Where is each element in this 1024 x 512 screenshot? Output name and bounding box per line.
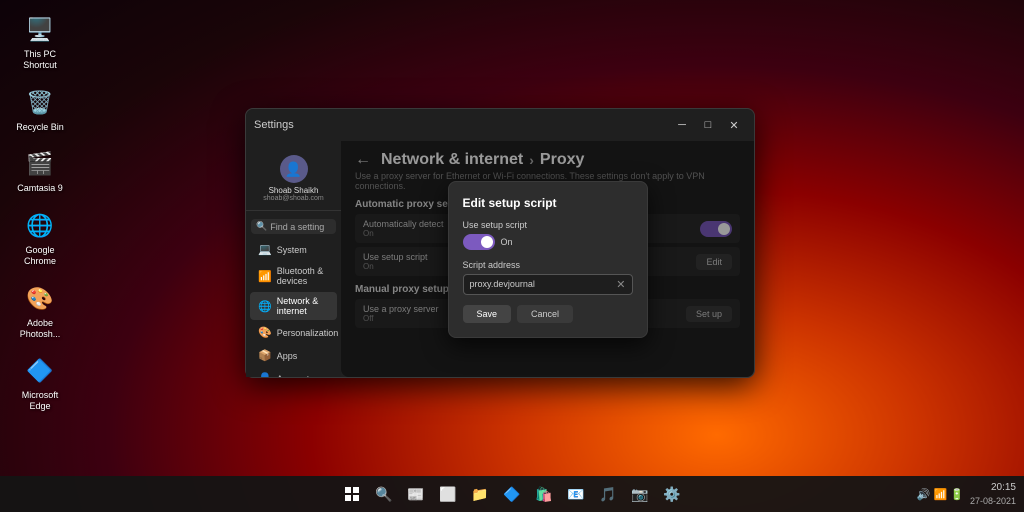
taskbar-explorer-button[interactable]: 📁 [466, 480, 494, 508]
desktop: 🖥️ This PC Shortcut 🗑️ Recycle Bin 🎬 Cam… [0, 0, 1024, 512]
sidebar-item-personalization[interactable]: 🎨 Personalization [250, 322, 337, 343]
sidebar-item-label-system: System [277, 245, 307, 255]
script-address-group: Script address ✕ [463, 260, 633, 295]
recycle-bin-icon: 🗑️ [24, 87, 56, 119]
maximize-button[interactable]: □ [696, 115, 720, 135]
desktop-icons-area: 🖥️ This PC Shortcut 🗑️ Recycle Bin 🎬 Cam… [10, 10, 70, 416]
window-title: Settings [254, 119, 294, 131]
taskbar-spotify-button[interactable]: 🎵 [594, 480, 622, 508]
accounts-icon: 👤 [258, 372, 272, 377]
user-email: shoab@shoab.com [263, 195, 323, 202]
desktop-icon-photoshop[interactable]: 🎨 Adobe Photosh... [10, 279, 70, 344]
titlebar-controls: ─ □ ✕ [670, 115, 746, 135]
search-box[interactable]: 🔍 [251, 219, 336, 234]
desktop-icon-recycle-bin[interactable]: 🗑️ Recycle Bin [10, 83, 70, 137]
taskbar-store-button[interactable]: 🛍️ [530, 480, 558, 508]
minimize-button[interactable]: ─ [670, 115, 694, 135]
taskbar-right: 🔊 📶 🔋 20:15 27-08-2021 [917, 481, 1024, 508]
edge-icon: 🔷 [24, 355, 56, 387]
photoshop-icon: 🎨 [24, 283, 56, 315]
sidebar-item-label-accounts: Accounts [277, 374, 314, 378]
sidebar-item-network[interactable]: 🌐 Network & internet [250, 292, 337, 320]
edit-setup-dialog: Edit setup script Use setup script On Sc… [448, 181, 648, 338]
settings-window: Settings ─ □ ✕ 👤 Shoab Shaikh shoab@shoa… [245, 108, 755, 378]
sidebar-item-label-apps: Apps [277, 351, 298, 361]
avatar: 👤 [280, 155, 308, 183]
save-button[interactable]: Save [463, 305, 512, 323]
taskbar-center: 🔍 📰 ⬜ 📁 🔷 🛍️ 📧 🎵 📷 ⚙️ [338, 480, 686, 508]
close-button[interactable]: ✕ [722, 115, 746, 135]
modal-toggle-state: On [501, 237, 513, 247]
search-icon: 🔍 [256, 221, 267, 232]
system-icon: 💻 [258, 243, 272, 256]
this-pc-icon: 🖥️ [24, 14, 56, 46]
edge-label: Microsoft Edge [14, 390, 66, 412]
desktop-icon-camtasia[interactable]: 🎬 Camtasia 9 [10, 144, 70, 198]
taskbar-settings-button[interactable]: ⚙️ [658, 480, 686, 508]
chrome-icon: 🌐 [24, 210, 56, 242]
taskbar-search-button[interactable]: 🔍 [370, 480, 398, 508]
taskbar-date: 27-08-2021 [970, 495, 1016, 508]
script-address-input[interactable] [470, 279, 617, 289]
desktop-icon-chrome[interactable]: 🌐 Google Chrome [10, 206, 70, 271]
window-body: 👤 Shoab Shaikh shoab@shoab.com 🔍 💻 Syste… [246, 141, 754, 377]
chrome-label: Google Chrome [14, 245, 66, 267]
taskbar-multitask-button[interactable]: ⬜ [434, 480, 462, 508]
sidebar-item-system[interactable]: 💻 System [250, 239, 337, 260]
modal-footer: Save Cancel [463, 305, 633, 323]
user-name: Shoab Shaikh [269, 186, 319, 195]
personalization-icon: 🎨 [258, 326, 272, 339]
taskbar-camera-button[interactable]: 📷 [626, 480, 654, 508]
search-input[interactable] [270, 222, 331, 232]
bluetooth-icon: 📶 [258, 270, 272, 283]
cancel-button[interactable]: Cancel [517, 305, 573, 323]
modal-toggle-row: On [463, 234, 633, 250]
taskbar: 🔍 📰 ⬜ 📁 🔷 🛍️ 📧 🎵 📷 ⚙️ 🔊 📶 🔋 20:15 27-08-… [0, 476, 1024, 512]
sidebar-item-label-network: Network & internet [277, 296, 329, 316]
photoshop-label: Adobe Photosh... [14, 318, 66, 340]
taskbar-widgets-button[interactable]: 📰 [402, 480, 430, 508]
start-button[interactable] [338, 480, 366, 508]
settings-sidebar: 👤 Shoab Shaikh shoab@shoab.com 🔍 💻 Syste… [246, 141, 341, 377]
script-address-input-row: ✕ [463, 274, 633, 295]
main-content-area: ← Network & internet › Proxy Use a proxy… [341, 141, 754, 377]
taskbar-mail-button[interactable]: 📧 [562, 480, 590, 508]
clear-input-icon[interactable]: ✕ [616, 278, 625, 291]
recycle-bin-label: Recycle Bin [16, 122, 64, 133]
taskbar-edge-button[interactable]: 🔷 [498, 480, 526, 508]
sidebar-item-accounts[interactable]: 👤 Accounts [250, 368, 337, 377]
network-icon: 🌐 [258, 300, 272, 313]
user-profile-area: 👤 Shoab Shaikh shoab@shoab.com [246, 149, 341, 211]
apps-icon: 📦 [258, 349, 272, 362]
desktop-icon-edge[interactable]: 🔷 Microsoft Edge [10, 351, 70, 416]
window-titlebar: Settings ─ □ ✕ [246, 109, 754, 141]
sidebar-item-apps[interactable]: 📦 Apps [250, 345, 337, 366]
this-pc-label: This PC Shortcut [14, 49, 66, 71]
taskbar-time: 20:15 [970, 481, 1016, 495]
sidebar-item-label-personalization: Personalization [277, 328, 339, 338]
taskbar-datetime: 20:15 27-08-2021 [970, 481, 1016, 508]
modal-use-script-toggle[interactable] [463, 234, 495, 250]
modal-title: Edit setup script [463, 196, 633, 210]
script-address-label: Script address [463, 260, 633, 270]
modal-toggle-field-label: Use setup script [463, 220, 633, 230]
sidebar-item-label-bluetooth: Bluetooth & devices [277, 266, 329, 286]
desktop-icon-this-pc[interactable]: 🖥️ This PC Shortcut [10, 10, 70, 75]
taskbar-sys-icons: 🔊 📶 🔋 [917, 488, 964, 501]
modal-overlay: Edit setup script Use setup script On Sc… [341, 141, 754, 377]
camtasia-label: Camtasia 9 [17, 183, 63, 194]
sidebar-item-bluetooth[interactable]: 📶 Bluetooth & devices [250, 262, 337, 290]
camtasia-icon: 🎬 [24, 148, 56, 180]
